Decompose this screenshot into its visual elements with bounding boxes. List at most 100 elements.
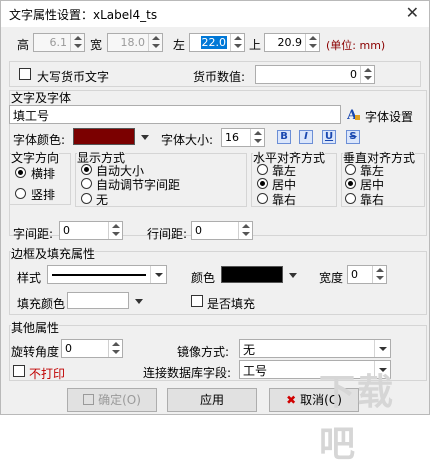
font-color-label: 字体颜色: [13, 133, 66, 147]
width-label: 宽 [90, 38, 103, 52]
fill-color-dropdown-icon[interactable] [135, 299, 143, 304]
display-auto-size-radio[interactable] [81, 164, 92, 175]
display-none-radio[interactable] [81, 193, 92, 204]
dialog-window: 文字属性设置：xLabel4_ts ✕ 高 6.1 宽 18.0 左 22.0 … [0, 0, 430, 465]
top-spinner[interactable]: 20.9 [264, 33, 320, 52]
ok-button[interactable]: 确定(O) [67, 388, 157, 412]
spin-arrows-icon[interactable] [360, 66, 374, 83]
valign-middle-radio[interactable] [345, 178, 356, 189]
close-icon[interactable]: ✕ [406, 3, 419, 22]
currency-value: 0 [350, 68, 357, 81]
mirror-label: 镜像方式: [177, 345, 230, 359]
font-color-swatch[interactable] [73, 128, 135, 145]
db-field-label: 连接数据库字段: [143, 366, 232, 380]
other-heading: 其他属性 [11, 319, 60, 336]
line-spacing-value: 0 [195, 224, 202, 237]
left-label: 左 [173, 38, 186, 52]
spin-arrows-icon[interactable] [108, 340, 122, 357]
italic-icon[interactable]: I [299, 130, 313, 144]
height-label: 高 [17, 38, 30, 52]
left-value: 22.0 [200, 36, 227, 49]
spin-arrows-icon[interactable] [148, 34, 162, 51]
border-color-swatch[interactable] [221, 266, 283, 283]
direction-vertical-radio[interactable] [15, 188, 26, 199]
dropdown-arrow-icon[interactable] [150, 266, 166, 283]
font-size-label: 字体大小: [161, 133, 214, 147]
window-title: 文字属性设置：xLabel4_ts [9, 8, 158, 22]
watermark: 下载吧 [319, 372, 396, 465]
width-spinner[interactable]: 18.0 [107, 33, 163, 52]
save-icon [83, 394, 95, 405]
direction-horizontal-radio[interactable] [15, 167, 26, 178]
fill-color-swatch[interactable] [67, 292, 129, 309]
height-value: 6.1 [49, 36, 68, 49]
border-width-spinner[interactable]: 0 [347, 265, 387, 284]
bold-icon[interactable]: B [277, 130, 291, 144]
underline-icon[interactable]: U [322, 130, 336, 144]
valign-bottom-radio[interactable] [345, 193, 356, 204]
no-print-checkbox[interactable] [13, 365, 25, 377]
direction-horizontal-label: 横排 [31, 167, 56, 181]
currency-value-label: 货币数值: [193, 70, 246, 84]
font-settings-icon[interactable]: A [346, 107, 361, 123]
font-settings-button[interactable]: 字体设置 [365, 108, 413, 125]
halign-left-radio[interactable] [257, 164, 268, 175]
font-size-value: 16 [225, 131, 239, 144]
halign-right-radio[interactable] [257, 193, 268, 204]
spin-arrows-icon[interactable] [238, 222, 252, 239]
top-value: 20.9 [277, 36, 303, 49]
halign-center-radio[interactable] [257, 178, 268, 189]
title-bar: 文字属性设置：xLabel4_ts ✕ [1, 1, 429, 27]
border-style-label: 样式 [17, 271, 42, 285]
font-color-dropdown-icon[interactable] [141, 135, 149, 140]
border-color-dropdown-icon[interactable] [289, 273, 297, 278]
width-value: 18.0 [120, 36, 146, 49]
text-font-heading: 文字及字体 [11, 91, 72, 105]
spin-arrows-icon[interactable] [372, 266, 386, 283]
valign-top-radio[interactable] [345, 164, 356, 175]
direction-heading: 文字方向 [11, 149, 60, 166]
top-label: 上 [249, 38, 262, 52]
line-style-preview [52, 274, 146, 276]
unit-label: (单位: mm) [326, 39, 386, 52]
border-fill-heading: 边框及填充属性 [11, 245, 96, 262]
halign-right-label: 靠右 [272, 193, 297, 207]
strikethrough-icon[interactable]: S [346, 130, 360, 144]
font-size-spinner[interactable]: 16 [221, 128, 265, 147]
text-input[interactable]: 填工号 [9, 105, 341, 124]
display-auto-spacing-label: 自动调节字间距 [96, 178, 181, 192]
fill-checkbox-label: 是否填充 [207, 297, 256, 311]
spin-arrows-icon[interactable] [230, 34, 244, 51]
currency-value-spinner[interactable]: 0 [255, 65, 375, 84]
spin-arrows-icon[interactable] [108, 222, 122, 239]
char-spacing-spinner[interactable]: 0 [59, 221, 123, 240]
apply-button[interactable]: 应用 [167, 388, 257, 412]
left-spinner[interactable]: 22.0 [189, 33, 245, 52]
rotate-value: 0 [65, 342, 72, 355]
dropdown-arrow-icon[interactable] [374, 340, 390, 357]
border-style-combo[interactable] [47, 265, 167, 284]
spin-arrows-icon[interactable] [305, 34, 319, 51]
line-spacing-label: 行间距: [147, 227, 188, 241]
valign-bottom-label: 靠右 [360, 193, 385, 207]
border-color-label: 颜色 [191, 271, 216, 285]
mirror-value: 无 [243, 343, 256, 357]
line-spacing-spinner[interactable]: 0 [191, 221, 253, 240]
uppercase-currency-label: 大写货币文字 [37, 70, 110, 84]
spin-arrows-icon[interactable] [250, 129, 264, 146]
cancel-x-icon: ✖ [286, 393, 297, 407]
rotate-label: 旋转角度 [11, 345, 60, 359]
fill-checkbox[interactable] [191, 295, 203, 307]
height-spinner[interactable]: 6.1 [33, 33, 85, 52]
mirror-combo[interactable]: 无 [239, 339, 391, 358]
ok-button-label: 确定(O) [98, 393, 141, 407]
display-auto-spacing-radio[interactable] [81, 178, 92, 189]
direction-vertical-label: 竖排 [31, 188, 56, 202]
spin-arrows-icon[interactable] [70, 34, 84, 51]
border-width-label: 宽度 [319, 271, 344, 285]
db-field-value: 工号 [243, 364, 268, 378]
fill-color-label: 填充颜色 [17, 297, 66, 311]
rotate-spinner[interactable]: 0 [61, 339, 123, 358]
char-spacing-value: 0 [63, 224, 70, 237]
uppercase-currency-checkbox[interactable] [19, 68, 31, 80]
